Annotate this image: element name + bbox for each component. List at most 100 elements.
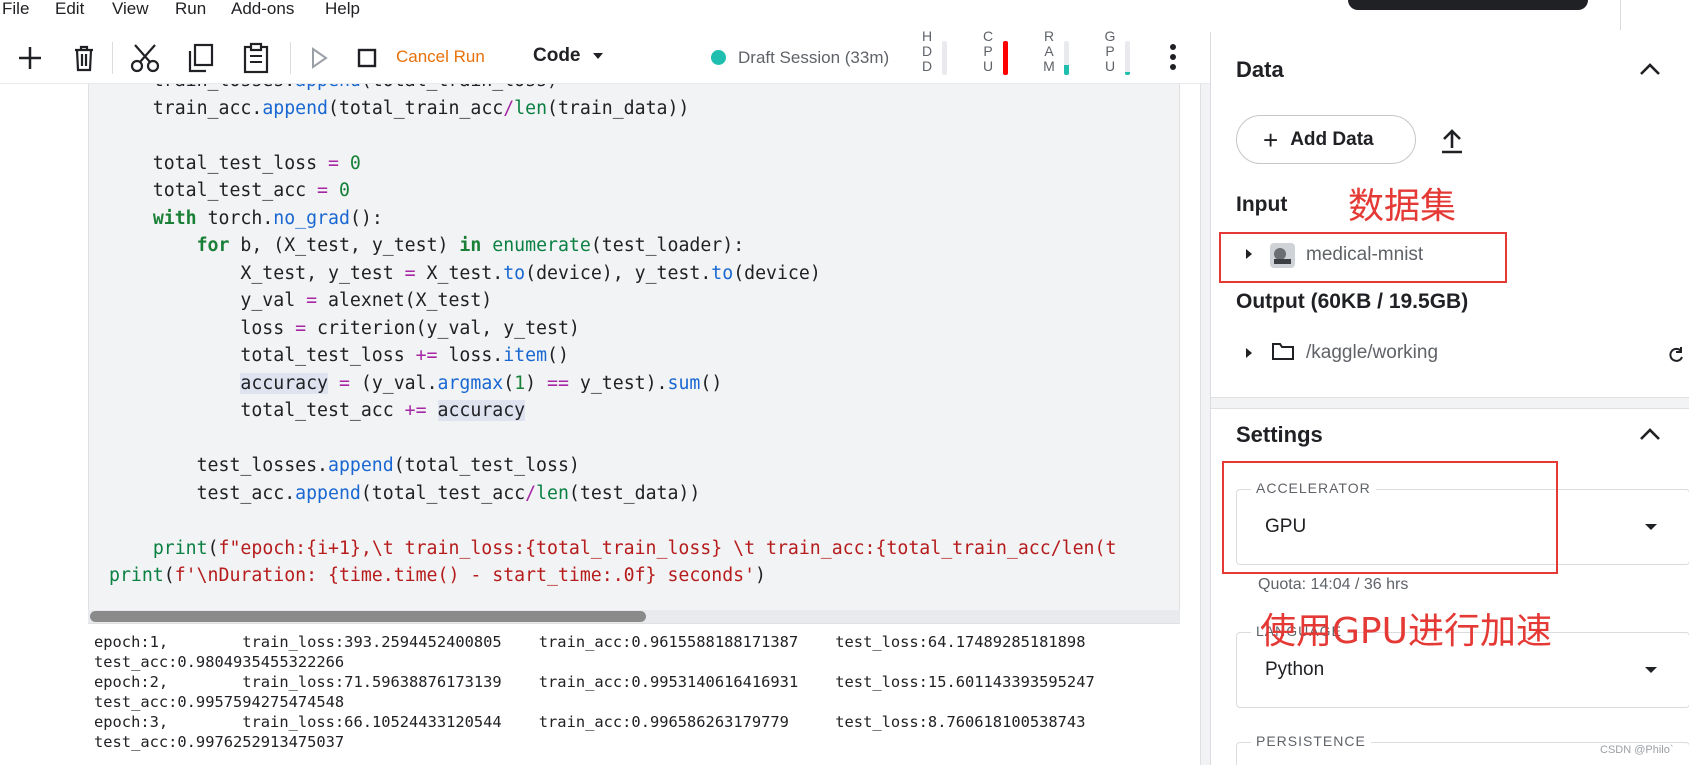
chevron-up-icon[interactable] bbox=[1639, 62, 1661, 76]
refresh-icon[interactable] bbox=[1666, 345, 1686, 365]
output-line: test_acc:0.9957594275474548 bbox=[94, 693, 345, 711]
output-line: epoch:3, train_loss:66.10524433120544 tr… bbox=[94, 713, 1086, 731]
cancel-run-button[interactable]: Cancel Run bbox=[396, 47, 485, 67]
menu-help[interactable]: Help bbox=[325, 0, 360, 18]
cell-type-value: Code bbox=[533, 45, 581, 66]
vertical-scrollbar[interactable] bbox=[1200, 84, 1210, 765]
folder-icon bbox=[1272, 343, 1294, 360]
code-line: total_test_loss = 0 bbox=[109, 152, 361, 174]
toolbar-divider bbox=[112, 42, 113, 74]
code-line: y_val = alexnet(X_test) bbox=[109, 290, 493, 311]
output-line: test_acc:0.9804935455322266 bbox=[94, 653, 345, 671]
output-line: test_acc:0.9976252913475037 bbox=[94, 733, 345, 751]
annotation-dataset: 数据集 bbox=[1348, 186, 1457, 227]
section-divider bbox=[1211, 397, 1689, 409]
meter-label-ram: RAM bbox=[1043, 28, 1055, 74]
meter-bar-gpu bbox=[1125, 41, 1130, 75]
expand-arrow-icon[interactable] bbox=[1246, 348, 1252, 358]
dropdown-arrow-icon bbox=[1645, 667, 1657, 673]
caret-down-icon bbox=[592, 52, 603, 59]
code-line: total_test_acc = 0 bbox=[109, 180, 350, 201]
code-line: print(f'\nDuration: {time.time() - start… bbox=[109, 565, 766, 586]
output-line: epoch:1, train_loss:393.2594452400805 tr… bbox=[94, 633, 1086, 651]
gpu-quota: Quota: 14:04 / 36 hrs bbox=[1258, 576, 1409, 593]
meter-bar-hdd bbox=[942, 41, 947, 75]
menu-view[interactable]: View bbox=[112, 0, 149, 18]
language-value: Python bbox=[1265, 659, 1325, 680]
code-line: total_test_loss += loss.item() bbox=[109, 345, 569, 366]
clipboard-icon bbox=[243, 42, 269, 74]
output-title: Output (60KB / 19.5GB) bbox=[1236, 290, 1469, 313]
meter-bar-ram bbox=[1064, 41, 1069, 75]
plus-icon bbox=[19, 47, 41, 69]
more-options-button[interactable] bbox=[1168, 42, 1178, 77]
chevron-up-icon[interactable] bbox=[1639, 427, 1661, 441]
persistence-label: PERSISTENCE bbox=[1251, 733, 1371, 749]
cut-button[interactable] bbox=[127, 40, 163, 76]
menu-bar: File Edit View Run Add-ons Help bbox=[0, 0, 1689, 32]
code-line: total_test_acc += accuracy bbox=[109, 400, 526, 421]
input-dataset-name[interactable]: medical-mnist bbox=[1306, 244, 1423, 266]
horizontal-scrollbar[interactable] bbox=[88, 610, 1180, 623]
meter-fill bbox=[1125, 71, 1130, 75]
meter-label-hdd: HDD bbox=[921, 28, 933, 74]
code-line: for b, (X_test, y_test) in enumerate(tes… bbox=[196, 235, 745, 256]
menu-run[interactable]: Run bbox=[175, 0, 206, 18]
add-data-label: Add Data bbox=[1290, 128, 1374, 150]
stop-icon bbox=[357, 48, 377, 68]
toolbar-divider bbox=[290, 42, 291, 74]
plus-icon: + bbox=[1263, 124, 1279, 155]
cell-output: epoch:1, train_loss:393.2594452400805 tr… bbox=[94, 632, 1095, 752]
session-status-dot bbox=[711, 50, 726, 65]
menu-add-ons[interactable]: Add-ons bbox=[231, 0, 294, 18]
stop-button[interactable] bbox=[350, 40, 384, 76]
copy-button[interactable] bbox=[183, 40, 219, 76]
notebook-toolbar: Cancel Run Code Draft Session (33m) HDD C… bbox=[0, 28, 1210, 84]
scrollbar-thumb[interactable] bbox=[90, 611, 646, 622]
code-line: train_acc.append(total_train_acc/len(tra… bbox=[109, 97, 690, 119]
annotation-box-accelerator bbox=[1222, 461, 1558, 574]
menu-divider bbox=[1620, 0, 1621, 30]
code-line: loss = criterion(y_val, y_test) bbox=[109, 317, 580, 339]
output-line: epoch:2, train_loss:71.59638876173139 tr… bbox=[94, 673, 1095, 691]
copy-icon bbox=[188, 43, 214, 73]
meter-fill bbox=[1064, 64, 1069, 75]
save-version-button[interactable] bbox=[1348, 0, 1588, 10]
dataset-thumbnail-icon bbox=[1270, 243, 1295, 268]
delete-cell-button[interactable] bbox=[66, 40, 102, 76]
expand-arrow-icon[interactable] bbox=[1246, 249, 1252, 259]
add-cell-button[interactable] bbox=[12, 40, 48, 76]
paste-button[interactable] bbox=[238, 40, 274, 76]
menu-edit[interactable]: Edit bbox=[55, 0, 84, 18]
meter-bar-cpu bbox=[1003, 41, 1008, 75]
input-title: Input bbox=[1236, 193, 1288, 216]
code-line: accuracy = (y_val.argmax(1) == y_test).s… bbox=[240, 372, 723, 394]
code-line: X_test, y_test = X_test.to(device), y_te… bbox=[109, 262, 821, 284]
meter-label-cpu: CPU bbox=[982, 28, 994, 74]
upload-icon[interactable] bbox=[1439, 128, 1465, 154]
code-line: train_losses.append(total_train_loss) bbox=[89, 84, 1116, 95]
session-status[interactable]: Draft Session (33m) bbox=[738, 48, 889, 68]
data-section-title: Data bbox=[1236, 57, 1284, 82]
code-editor[interactable]: train_losses.append(total_train_loss) tr… bbox=[89, 84, 1116, 590]
menu-file[interactable]: File bbox=[2, 0, 29, 18]
code-line: print(f"epoch:{i+1},\t train_loss:{total… bbox=[152, 537, 1117, 559]
scissors-icon bbox=[130, 44, 160, 73]
add-data-button[interactable]: + Add Data bbox=[1236, 115, 1416, 164]
annotation-gpu: 使用GPU进行加速 bbox=[1260, 611, 1552, 652]
settings-section-title: Settings bbox=[1236, 422, 1323, 447]
code-cell[interactable]: train_losses.append(total_train_loss) tr… bbox=[88, 84, 1180, 624]
side-panel: Data + Add Data Input 数据集 medical-mnist … bbox=[1210, 32, 1689, 765]
dropdown-arrow-icon bbox=[1645, 524, 1657, 530]
trash-icon bbox=[75, 45, 93, 72]
cell-type-select[interactable]: Code bbox=[533, 45, 603, 67]
output-folder-path[interactable]: /kaggle/working bbox=[1306, 342, 1438, 364]
watermark: CSDN @Philo` bbox=[1600, 744, 1674, 756]
run-button[interactable] bbox=[302, 40, 336, 76]
cell-gutter bbox=[0, 84, 88, 765]
play-icon bbox=[312, 47, 328, 69]
code-line: test_acc.append(total_test_acc/len(test_… bbox=[109, 482, 701, 504]
code-line: test_losses.append(total_test_loss) bbox=[109, 455, 580, 476]
